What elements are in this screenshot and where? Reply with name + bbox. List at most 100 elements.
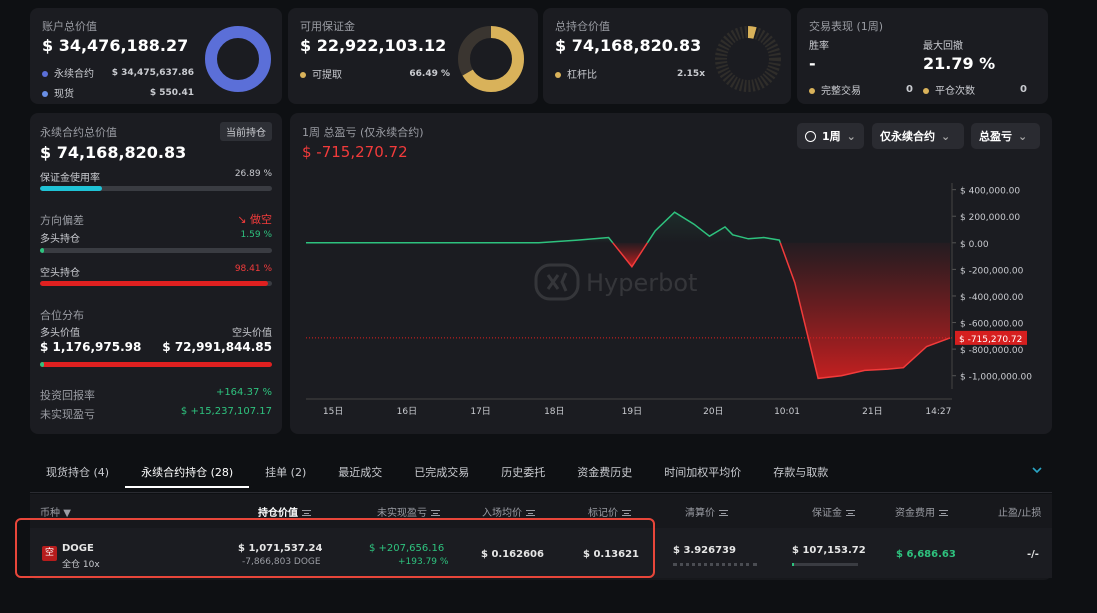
tab-4[interactable]: 已完成交易: [398, 458, 485, 488]
header-tpsl[interactable]: 止盈/止损: [998, 504, 1041, 519]
x-tick-label: 16日: [397, 406, 417, 417]
y-tick-label: $ -800,000.00: [960, 346, 1024, 356]
perp-value: $ 74,168,820.83: [40, 143, 187, 162]
long-total-value: $ 1,176,975.98: [40, 340, 142, 354]
header-margin[interactable]: 保证金: [812, 504, 855, 519]
margin-usage-label: 保证金使用率: [40, 173, 100, 184]
spot-label: 现货: [54, 89, 74, 100]
direction-label: 方向偏差: [40, 214, 84, 227]
header-entry[interactable]: 入场均价: [482, 504, 535, 519]
header-funding-label: 资金费用: [895, 508, 935, 519]
header-funding[interactable]: 资金费用: [895, 504, 948, 519]
withdrawable-row: 可提取 66.49 %: [300, 66, 450, 81]
completed-value: 0: [906, 84, 913, 95]
liq-price: $ 3.926739: [673, 545, 736, 556]
current-position-badge[interactable]: 当前持仓: [220, 122, 272, 141]
drawdown-label: 最大回撤: [923, 41, 963, 52]
close-label: 平仓次数: [935, 86, 975, 97]
short-total-value: $ 72,991,844.85: [162, 340, 272, 354]
header-liq-label: 清算价: [685, 508, 715, 519]
tab-6[interactable]: 资金费历史: [561, 458, 648, 488]
header-value[interactable]: 持仓价值: [258, 504, 311, 519]
tab-1[interactable]: 永续合约持仓 (28): [125, 458, 250, 488]
perp-card: 永续合约总价值 当前持仓 $ 74,168,820.83 保证金使用率 26.8…: [30, 113, 282, 434]
collapse-chevron-icon[interactable]: [1031, 464, 1043, 476]
margin-usage-bar: [40, 186, 272, 191]
y-tick-label: $ -600,000.00: [960, 320, 1024, 330]
position-tabs: 现货持仓 (4) 永续合约持仓 (28) 挂单 (2) 最近成交 已完成交易 历史委托 资金…: [30, 458, 844, 488]
margin-cell: $ 107,153.72: [792, 545, 866, 556]
tab-5[interactable]: 历史委托: [485, 458, 561, 488]
close-row: 平仓次数 0: [923, 82, 1027, 97]
account-total-card: 账户总价值 $ 34,476,188.27 永续合约 $ 34,475,637.8…: [30, 8, 282, 104]
close-value: 0: [1020, 84, 1027, 95]
tab-7[interactable]: 时间加权平均价: [648, 458, 757, 488]
sort-icon: [719, 510, 728, 516]
leverage-donut: [715, 26, 781, 92]
current-value-label: $ -715,270.72: [959, 335, 1022, 345]
account-perp-row: 永续合约 $ 34,475,637.86 现货 $ 550.41: [42, 65, 194, 100]
long-bar: [40, 248, 272, 253]
header-tpsl-label: 止盈/止损: [998, 508, 1042, 519]
header-coin[interactable]: 币种 ▼: [40, 504, 71, 519]
roi-label: 投资回报率: [40, 389, 95, 402]
completed-row: 完整交易 0: [809, 82, 913, 97]
sort-icon: [846, 510, 855, 516]
available-margin-card: 可用保证金 $ 22,922,103.12 可提取 66.49 %: [288, 8, 538, 104]
watermark: Hyperbot: [534, 263, 697, 301]
y-tick-label: $ 400,000.00: [960, 187, 1020, 197]
short-value: 98.41 %: [234, 264, 272, 274]
sort-icon: [939, 510, 948, 516]
distribution-label: 合位分布: [40, 309, 84, 322]
account-total-label: 账户总价值: [42, 20, 97, 33]
account-donut: [205, 26, 271, 92]
header-margin-label: 保证金: [812, 508, 842, 519]
direction-value-row: ↘ 做空: [237, 211, 272, 227]
distribution-bar: [40, 362, 272, 367]
pnl-area-segment: [780, 242, 950, 379]
trend-down-icon: ↘: [237, 213, 247, 226]
spot-value: $ 550.41: [149, 87, 194, 98]
tab-8[interactable]: 存款与取款: [757, 458, 844, 488]
perp-title: 永续合约总价值: [40, 126, 117, 139]
short-value-label: 空头价值: [232, 328, 272, 339]
x-tick-label: 21日: [862, 406, 882, 417]
total-position-label: 总持仓价值: [555, 20, 610, 33]
withdrawable-label: 可提取: [312, 70, 342, 81]
sort-icon: [302, 510, 311, 516]
performance-label: 交易表现 (1周): [809, 20, 884, 33]
tab-3[interactable]: 最近成交: [322, 458, 398, 488]
pnl-chart: Hyperbot $ 400,000.00 $ 200,000.00 $ 0.00 $…: [306, 183, 1032, 417]
drawdown-value: 21.79 %: [923, 54, 996, 73]
sort-icon: [526, 510, 535, 516]
header-upnl[interactable]: 未实现盈亏: [377, 504, 440, 519]
tab-0[interactable]: 现货持仓 (4): [30, 458, 125, 488]
short-bar: [40, 281, 272, 286]
liq-gauge: [673, 563, 757, 566]
funding-cell: $ 6,686.63: [896, 549, 956, 560]
sort-icon: [431, 510, 440, 516]
upnl-label: 未实现盈亏: [40, 408, 95, 421]
highlight-frame: [15, 518, 655, 578]
x-tick-label: 20日: [703, 406, 723, 417]
tab-2[interactable]: 挂单 (2): [249, 458, 322, 488]
x-tick-label: 17日: [470, 406, 490, 417]
watermark-text: Hyperbot: [586, 269, 697, 297]
margin-usage-value: 26.89 %: [234, 169, 272, 179]
leverage-value: 2.15x: [676, 68, 705, 79]
tpsl-cell[interactable]: -/-: [1027, 549, 1039, 560]
pnl-area-segment: [612, 242, 648, 267]
available-margin-label: 可用保证金: [300, 20, 355, 33]
header-liq[interactable]: 清算价: [685, 504, 728, 519]
header-mark[interactable]: 标记价: [588, 504, 631, 519]
performance-card: 交易表现 (1周) 胜率 - 最大回撤 21.79 % 完整交易 0 平仓次数 …: [797, 8, 1048, 104]
leverage-row: 杠杆比 2.15x: [555, 66, 705, 81]
y-tick-label: $ -400,000.00: [960, 293, 1024, 303]
long-value-label: 多头价值: [40, 328, 80, 339]
y-tick-label: $ -200,000.00: [960, 266, 1024, 276]
short-label: 空头持仓: [40, 268, 80, 279]
y-tick-label: $ 200,000.00: [960, 213, 1020, 223]
perp-value: $ 34,475,637.86: [111, 67, 194, 78]
long-value: 1.59 %: [240, 230, 272, 240]
y-tick-label: $ 0.00: [960, 240, 989, 250]
